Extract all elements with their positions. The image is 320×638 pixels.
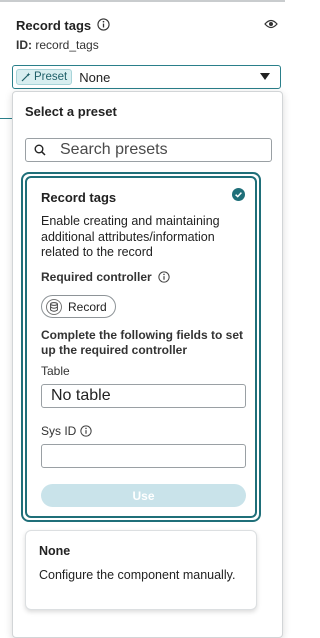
- eye-icon[interactable]: [264, 17, 278, 29]
- preset-chip: Preset: [16, 69, 73, 85]
- preset-card-description: Enable creating and maintaining addition…: [41, 214, 220, 259]
- preset-chip-label: Preset: [34, 71, 68, 83]
- caret-down-icon: [260, 73, 270, 80]
- active-indicator-line: [0, 118, 12, 119]
- id-value: record_tags: [35, 38, 99, 52]
- info-icon[interactable]: [158, 271, 170, 283]
- search-box: [25, 138, 272, 162]
- table-field-label: Table: [41, 364, 70, 378]
- use-button[interactable]: Use: [41, 484, 246, 507]
- id-label: ID:: [16, 38, 32, 52]
- required-controller-text: Required controller: [41, 270, 152, 284]
- preset-select[interactable]: Preset None: [12, 65, 281, 89]
- top-divider: [0, 0, 285, 2]
- check-circle-icon: [232, 188, 245, 201]
- controller-label: Record: [68, 299, 107, 314]
- info-icon[interactable]: [97, 18, 111, 32]
- component-header: Record tags ID: record_tags: [16, 16, 280, 52]
- table-input[interactable]: No table: [41, 384, 246, 408]
- search-input[interactable]: [60, 141, 260, 159]
- wand-icon: [21, 72, 31, 82]
- preset-card-record-tags[interactable]: Record tags Enable creating and maintain…: [21, 172, 261, 522]
- preset-card-description: Configure the component manually.: [39, 568, 236, 582]
- component-title: Record tags: [16, 17, 92, 33]
- sys-id-input[interactable]: [41, 444, 246, 468]
- dropdown-title: Select a preset: [25, 104, 117, 119]
- sys-id-label-text: Sys ID: [41, 424, 77, 438]
- controller-pill: Record: [41, 295, 116, 318]
- required-controller-label: Required controller: [41, 270, 170, 284]
- preset-select-value: None: [79, 69, 111, 85]
- preset-card-title: Record tags: [41, 190, 117, 205]
- preset-card-title: None: [39, 544, 71, 558]
- table-label-text: Table: [41, 364, 70, 378]
- search-icon: [34, 144, 46, 156]
- preset-card-none[interactable]: None Configure the component manually.: [25, 530, 257, 610]
- component-id: ID: record_tags: [16, 38, 280, 52]
- info-icon[interactable]: [80, 425, 93, 437]
- database-icon: [46, 298, 62, 315]
- setup-instructions: Complete the following fields to set up …: [41, 328, 244, 357]
- preset-dropdown: Select a preset Record tags Enable creat…: [12, 91, 283, 638]
- sys-id-field-label: Sys ID: [41, 424, 93, 438]
